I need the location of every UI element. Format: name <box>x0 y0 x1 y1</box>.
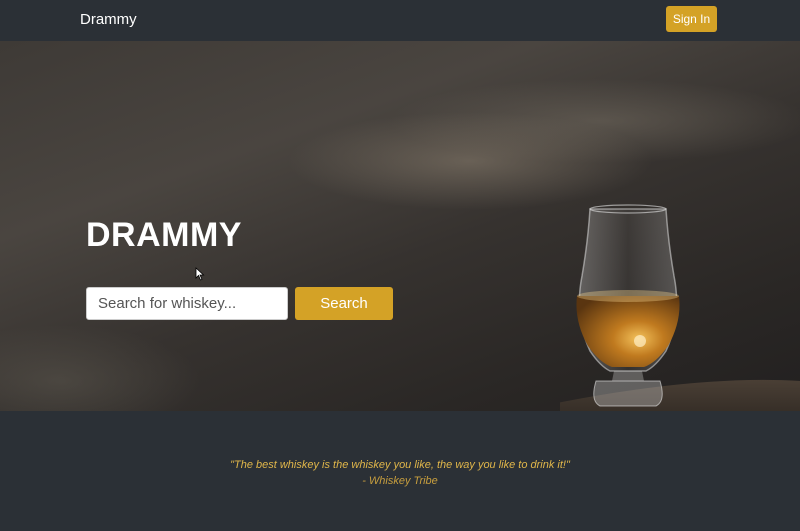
hero-title: DRAMMY <box>86 216 242 254</box>
navbar: Drammy Sign In <box>0 0 800 41</box>
whiskey-glass-image <box>560 204 800 411</box>
footer: "The best whiskey is the whiskey you lik… <box>0 411 800 531</box>
footer-attribution: - Whiskey Tribe <box>362 475 438 487</box>
search-button[interactable]: Search <box>295 287 393 320</box>
sign-in-button[interactable]: Sign In <box>666 6 717 32</box>
mouse-pointer-icon <box>195 267 205 281</box>
footer-quote: "The best whiskey is the whiskey you lik… <box>230 459 570 471</box>
brand-link[interactable]: Drammy <box>80 11 137 29</box>
search-input[interactable] <box>86 287 288 320</box>
hero-section: DRAMMY Search <box>0 41 800 411</box>
